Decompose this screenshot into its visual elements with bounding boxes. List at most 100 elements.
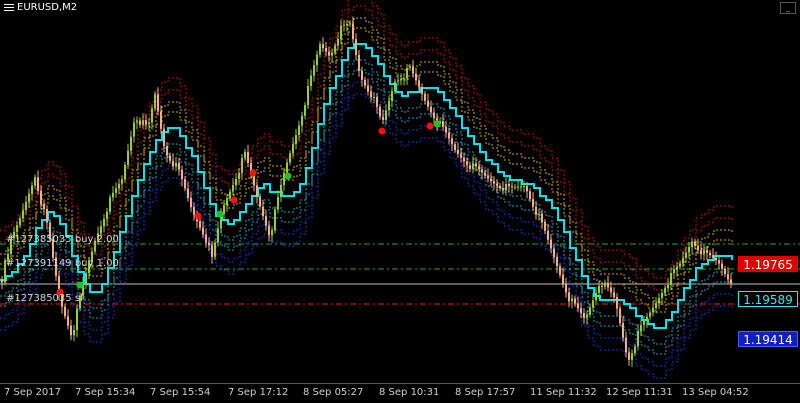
candle-body [223,205,225,215]
candle-body [688,247,690,253]
candle-body [154,94,156,109]
candle-body [472,163,474,169]
candle-body [145,120,147,125]
candle-body [628,352,630,360]
candle-body [190,197,192,208]
candle-body [430,106,432,113]
candle-body [634,346,636,354]
candle-body [139,120,141,125]
candle-body [394,81,396,92]
time-axis-label: 12 Sep 11:31 [606,387,673,398]
symbol-title: EURUSD,M2 [4,2,77,13]
candle-body [466,161,468,166]
candle-body [529,191,531,200]
candle-body [388,100,390,111]
candle-body [352,23,354,40]
candle-body [664,288,666,294]
price-chart[interactable] [0,0,800,383]
candle-body [676,266,678,270]
candle-body [520,186,522,188]
candle-body [448,132,450,139]
minimize-icon[interactable]: _ [780,2,796,14]
candle-body [169,155,171,161]
candle-body [37,177,39,191]
candle-body [151,108,153,123]
candle-body [499,185,501,189]
candle-body [325,48,327,52]
candle-body [112,192,114,198]
candle-body [562,274,564,284]
candle-body [235,178,237,186]
candle-body [43,204,45,210]
candle-body [595,293,597,301]
order-label[interactable]: #127391149 buy 1.00 [6,258,119,269]
order-label[interactable]: #127385035 sl [6,293,83,304]
candle-body [355,39,357,55]
price-label-mid: 1.19589 [738,291,798,307]
time-axis-label: 11 Sep 11:32 [530,387,597,398]
candle-body [40,190,42,205]
candle-body [463,157,465,162]
candle-body [724,268,726,275]
candle-body [331,52,333,56]
candle-body [535,206,537,215]
candle-body [568,292,570,302]
candle-body [541,213,543,223]
candle-body [577,303,579,309]
candle-body [163,128,165,147]
candle-body [175,162,177,167]
candle-body [280,184,282,198]
candle-body [553,248,555,258]
buy-signal-marker [216,210,224,218]
price-label-upper: 1.19765 [738,256,798,272]
candle-body [409,66,411,68]
candle-body [226,198,228,205]
candle-body [364,79,366,86]
chart-window[interactable]: EURUSD,M2 _ #127385035 buy 2.00 #1273911… [0,0,800,403]
candle-body [538,213,540,215]
candle-body [610,287,612,293]
candle-body [259,196,261,207]
candle-body [661,293,663,299]
candle-body [469,165,471,169]
candle-body [517,186,519,188]
candle-body [481,169,483,173]
time-axis-line [0,383,800,384]
candle-body [25,202,27,211]
candle-body [403,78,405,80]
candle-body [73,330,75,336]
sell-signal-marker [249,169,257,177]
candle-body [376,97,378,107]
menu-icon[interactable] [4,3,14,12]
candle-body [673,269,675,273]
time-axis-label: 7 Sep 17:12 [228,387,289,398]
candle-body [721,263,723,269]
candle-body [22,210,24,219]
candle-body [427,100,429,107]
time-axis-label: 8 Sep 17:57 [455,387,516,398]
candle-body [187,188,189,198]
candle-body [460,153,462,158]
candle-body [328,51,330,56]
candle-body [346,24,348,26]
candle-body [598,285,600,294]
time-axis-label: 8 Sep 05:27 [303,387,364,398]
candle-body [445,126,447,133]
candle-body [658,298,660,304]
candle-body [700,250,702,255]
candle-body [160,111,162,129]
time-axis-label: 7 Sep 15:34 [75,387,136,398]
candle-body [358,55,360,71]
candle-body [256,185,258,197]
candle-body [289,153,291,163]
candle-body [583,313,585,318]
buy-signal-marker [284,172,292,180]
candle-body [301,115,303,126]
price-label-lower: 1.19414 [738,331,798,347]
candle-body [523,186,525,188]
sell-signal-marker [230,196,238,204]
candle-body [532,199,534,207]
candle-body [706,249,708,253]
candle-body [70,325,72,336]
order-label[interactable]: #127385035 buy 2.00 [6,234,119,245]
